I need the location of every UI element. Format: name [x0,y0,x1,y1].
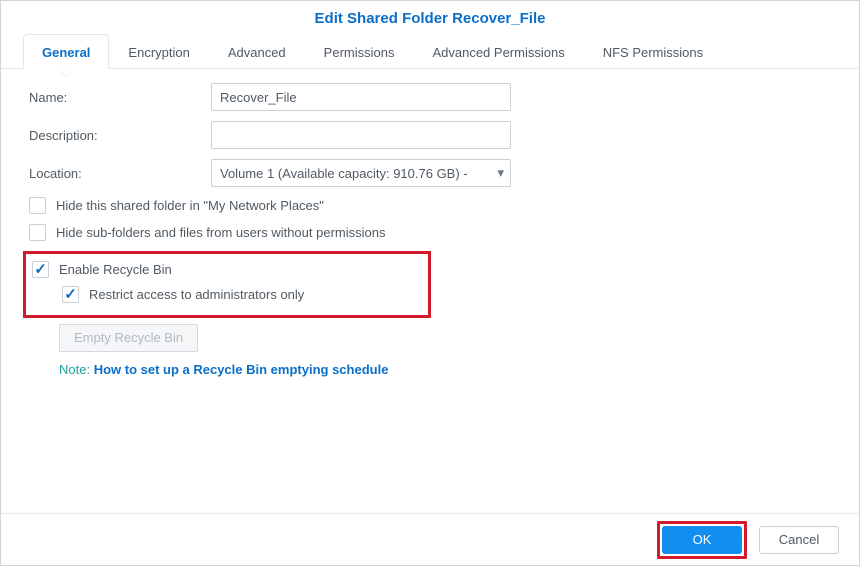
location-label: Location: [29,166,211,181]
note-prefix: Note: [59,362,94,377]
hide-network-checkbox[interactable] [29,197,46,214]
ok-button-highlight: OK [657,521,747,559]
name-label: Name: [29,90,211,105]
recycle-schedule-link[interactable]: How to set up a Recycle Bin emptying sch… [94,362,389,377]
hide-subfolders-checkbox[interactable] [29,224,46,241]
dialog-title: Edit Shared Folder Recover_File [1,1,859,34]
recycle-bin-highlight: Enable Recycle Bin Restrict access to ad… [23,251,431,318]
tab-bar: General Encryption Advanced Permissions … [1,34,859,69]
location-row: Location: Volume 1 (Available capacity: … [29,159,831,187]
enable-recycle-label: Enable Recycle Bin [59,262,172,277]
description-label: Description: [29,128,211,143]
tab-general[interactable]: General [23,34,109,69]
empty-recycle-bin-button: Empty Recycle Bin [59,324,198,352]
tab-advanced[interactable]: Advanced [209,34,305,69]
note-line: Note: How to set up a Recycle Bin emptyi… [59,362,831,377]
name-row: Name: [29,83,831,111]
tab-permissions[interactable]: Permissions [305,34,414,69]
ok-button[interactable]: OK [662,526,742,554]
hide-subfolders-row[interactable]: Hide sub-folders and files from users wi… [29,224,831,241]
hide-network-row[interactable]: Hide this shared folder in "My Network P… [29,197,831,214]
description-input[interactable] [211,121,511,149]
content-area: Name: Description: Location: Volume 1 (A… [1,69,859,513]
description-row: Description: [29,121,831,149]
hide-subfolders-label: Hide sub-folders and files from users wi… [56,225,385,240]
name-input[interactable] [211,83,511,111]
edit-shared-folder-dialog: Edit Shared Folder Recover_File General … [0,0,860,566]
cancel-button[interactable]: Cancel [759,526,839,554]
restrict-admins-row[interactable]: Restrict access to administrators only [62,286,422,303]
tab-nfs-permissions[interactable]: NFS Permissions [584,34,722,69]
tab-advanced-permissions[interactable]: Advanced Permissions [413,34,583,69]
restrict-admins-label: Restrict access to administrators only [89,287,304,302]
enable-recycle-row[interactable]: Enable Recycle Bin [32,261,422,278]
dialog-footer: OK Cancel [1,513,859,565]
restrict-admins-checkbox[interactable] [62,286,79,303]
tab-encryption[interactable]: Encryption [109,34,208,69]
hide-network-label: Hide this shared folder in "My Network P… [56,198,324,213]
location-select[interactable]: Volume 1 (Available capacity: 910.76 GB)… [211,159,511,187]
chevron-down-icon: ▾ [497,165,504,181]
location-value: Volume 1 (Available capacity: 910.76 GB)… [220,166,468,181]
enable-recycle-checkbox[interactable] [32,261,49,278]
